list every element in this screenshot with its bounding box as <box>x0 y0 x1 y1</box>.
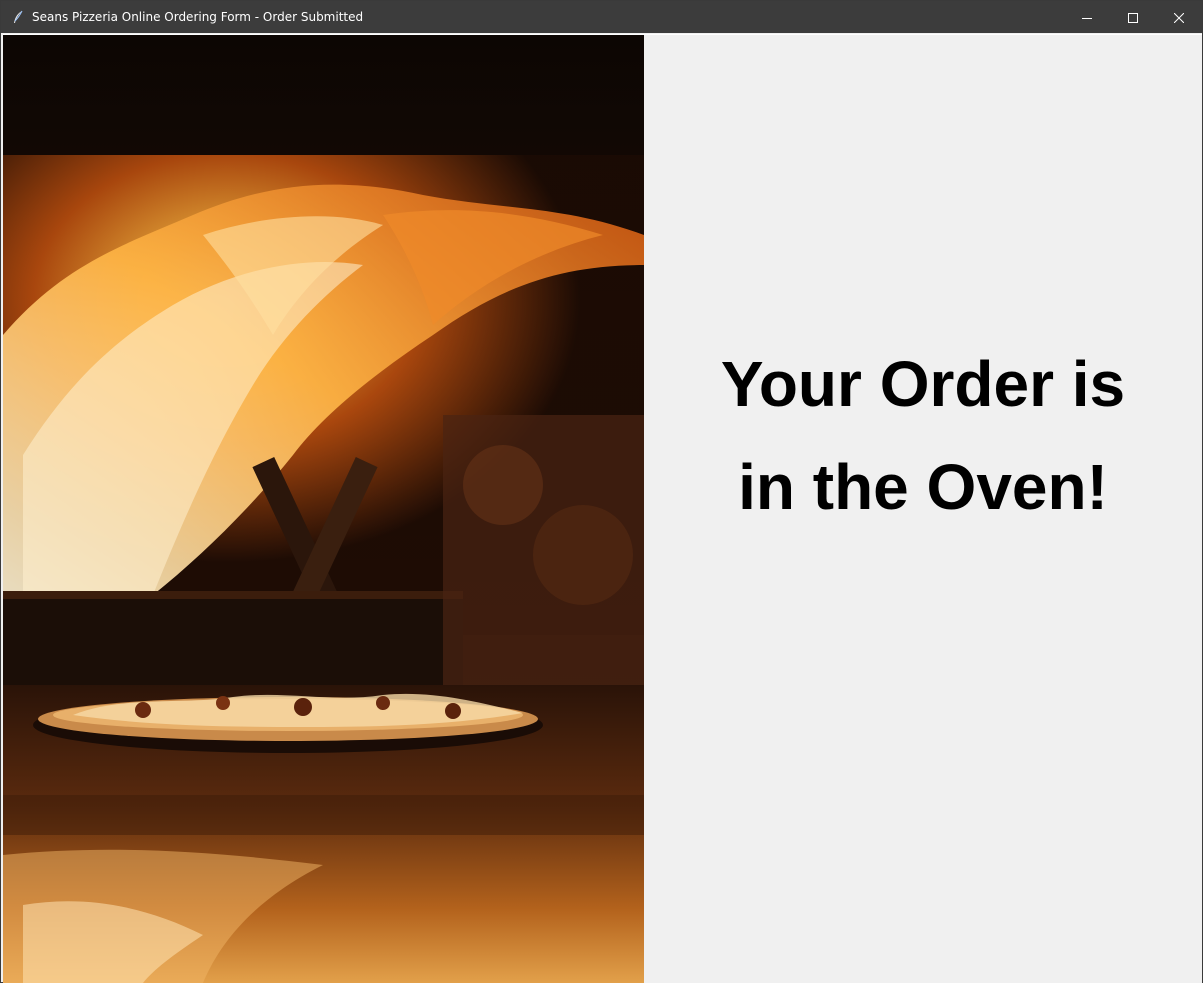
minimize-button[interactable] <box>1064 1 1110 33</box>
pizza-oven-image <box>3 35 644 983</box>
close-button[interactable] <box>1156 1 1202 33</box>
confirmation-panel: Your Order is in the Oven! <box>644 35 1202 983</box>
minimize-icon <box>1082 8 1092 27</box>
window-title: Seans Pizzeria Online Ordering Form - Or… <box>32 10 364 24</box>
window-content: Your Order is in the Oven! <box>3 34 1202 983</box>
confirmation-line-2: in the Oven! <box>738 451 1108 523</box>
window-controls <box>1064 1 1202 33</box>
app-window: Seans Pizzeria Online Ordering Form - Or… <box>0 0 1203 983</box>
maximize-button[interactable] <box>1110 1 1156 33</box>
maximize-icon <box>1128 8 1138 27</box>
confirmation-heading: Your Order is in the Oven! <box>644 333 1202 539</box>
confirmation-line-1: Your Order is <box>720 348 1126 420</box>
close-icon <box>1173 8 1185 27</box>
title-bar[interactable]: Seans Pizzeria Online Ordering Form - Or… <box>1 1 1202 33</box>
feather-icon <box>10 9 26 25</box>
